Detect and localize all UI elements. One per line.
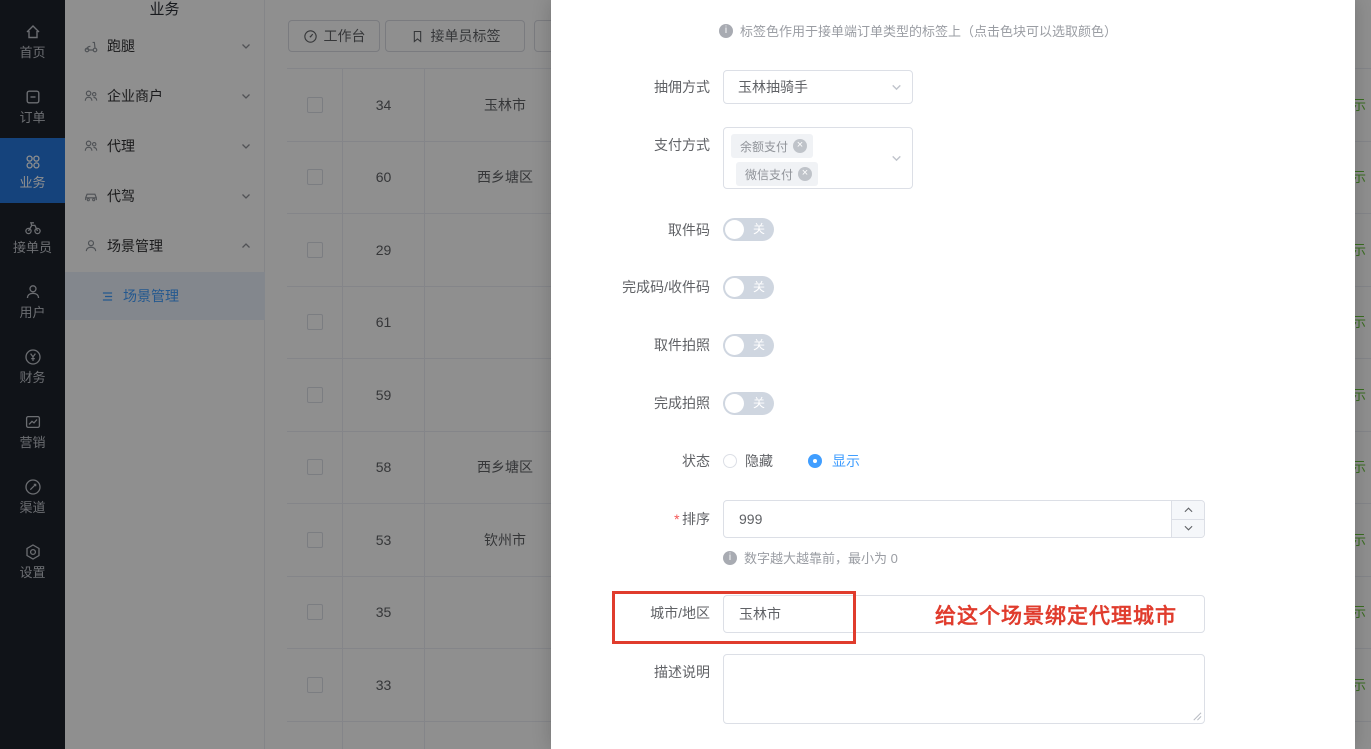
complete-code-toggle[interactable]: 关: [723, 276, 774, 299]
toggle-knob: [725, 394, 744, 413]
toggle-state-text: 关: [753, 280, 765, 295]
payment-tag: 微信支付 ×: [736, 162, 818, 186]
description-label: 描述说明: [551, 662, 710, 682]
scene-edit-drawer: i 标签色作用于接单端订单类型的标签上（点击色块可以选取颜色） 抽佣方式 玉林抽…: [551, 0, 1355, 749]
payment-tag: 余额支付 ×: [731, 134, 813, 158]
stepper-down-button[interactable]: [1172, 520, 1204, 538]
sort-hint-text: 数字越大越靠前，最小为 0: [744, 548, 898, 567]
chevron-down-icon: [890, 81, 903, 94]
payment-tag-text: 余额支付: [740, 138, 788, 155]
chevron-down-icon: [890, 152, 903, 165]
pickup-code-toggle[interactable]: 关: [723, 218, 774, 241]
resize-handle-icon[interactable]: [1191, 710, 1202, 721]
info-icon: i: [723, 551, 737, 565]
complete-photo-toggle[interactable]: 关: [723, 392, 774, 415]
info-icon: i: [719, 24, 733, 38]
complete-photo-label: 完成拍照: [551, 393, 710, 413]
tag-close-icon[interactable]: ×: [798, 167, 812, 181]
status-radio-hide[interactable]: [723, 454, 737, 468]
status-label: 状态: [551, 451, 710, 471]
pickup-code-label: 取件码: [551, 220, 710, 240]
commission-select[interactable]: 玉林抽骑手: [723, 70, 913, 104]
description-textarea-wrap: [723, 654, 1205, 724]
annotation-text: 给这个场景绑定代理城市: [935, 600, 1177, 630]
required-asterisk: *: [674, 511, 679, 527]
commission-select-value: 玉林抽骑手: [738, 77, 808, 97]
stepper-up-button[interactable]: [1172, 501, 1204, 520]
tip-text: 标签色作用于接单端订单类型的标签上（点击色块可以选取颜色）: [740, 21, 1117, 40]
city-label: 城市/地区: [551, 603, 710, 623]
toggle-knob: [725, 220, 744, 239]
toggle-knob: [725, 336, 744, 355]
payment-multiselect[interactable]: 余额支付 × 微信支付 ×: [723, 127, 913, 189]
app-screen: 首页 订单 业务 接单员 用户 财务 营销 渠道: [0, 0, 1371, 749]
status-radio-show[interactable]: [808, 454, 822, 468]
status-radio-show-label[interactable]: 显示: [832, 453, 860, 470]
toggle-knob: [725, 278, 744, 297]
sort-number-input[interactable]: [723, 500, 1205, 538]
pickup-photo-toggle[interactable]: 关: [723, 334, 774, 357]
toggle-state-text: 关: [753, 396, 765, 411]
sort-label: *排序: [551, 509, 710, 529]
sort-hint: i 数字越大越靠前，最小为 0: [723, 548, 898, 567]
sort-input-field[interactable]: [724, 501, 1204, 537]
tag-close-icon[interactable]: ×: [793, 139, 807, 153]
payment-label: 支付方式: [551, 135, 710, 155]
toggle-state-text: 关: [753, 222, 765, 237]
label-color-tip: i 标签色作用于接单端订单类型的标签上（点击色块可以选取颜色）: [719, 21, 1117, 40]
complete-code-label: 完成码/收件码: [551, 277, 710, 297]
commission-label: 抽佣方式: [551, 77, 710, 97]
description-textarea[interactable]: [724, 655, 1204, 723]
payment-tag-text: 微信支付: [745, 166, 793, 183]
pickup-photo-label: 取件拍照: [551, 335, 710, 355]
status-radio-hide-label[interactable]: 隐藏: [745, 453, 773, 470]
number-stepper: [1171, 501, 1204, 537]
toggle-state-text: 关: [753, 338, 765, 353]
